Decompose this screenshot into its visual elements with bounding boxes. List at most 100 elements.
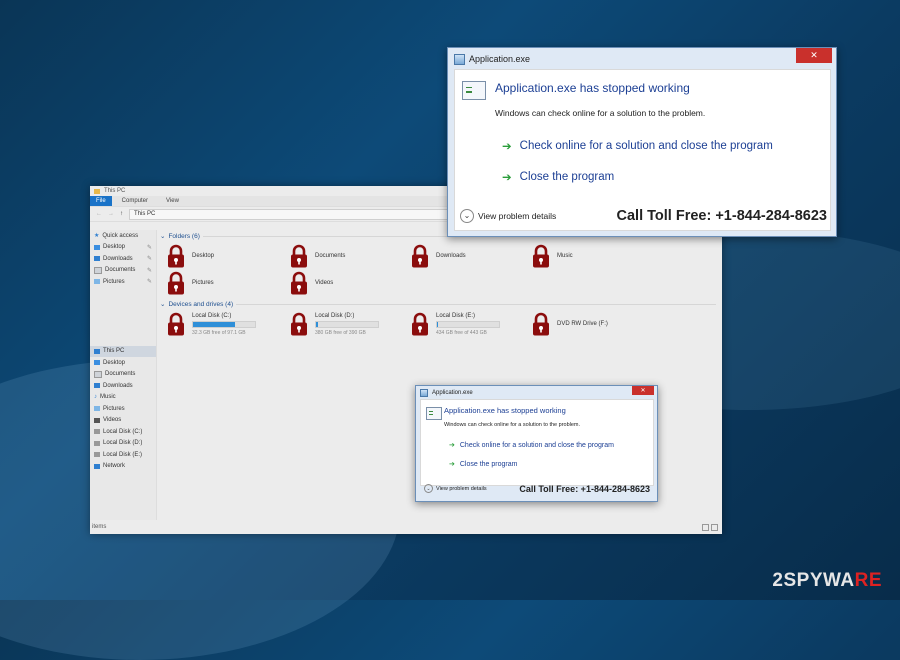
close-program-option[interactable]: ➔ Close the program: [449, 460, 518, 469]
nav-item-network[interactable]: Network: [90, 461, 156, 473]
error-dialog-small: Application.exe ✕ Application.exe has st…: [415, 385, 658, 502]
pin-icon[interactable]: ✎: [147, 244, 152, 251]
nav-item-pictures[interactable]: Pictures: [90, 403, 156, 415]
option-label: Check online for a solution and close th…: [519, 140, 773, 152]
option-label: Close the program: [459, 460, 518, 468]
nav-label: This PC: [103, 348, 125, 355]
nav-quick-item[interactable]: Downloads ✎: [90, 253, 156, 265]
folder-label: Music: [557, 253, 573, 259]
drive-name: Local Disk (E:): [436, 312, 476, 319]
details-label: View problem details: [478, 210, 557, 221]
application-icon: [454, 53, 465, 65]
folder-label: Desktop: [192, 253, 215, 259]
chevron-down-icon[interactable]: ⌄: [160, 232, 165, 240]
tiles-view-icon[interactable]: [711, 524, 718, 531]
application-icon: [420, 389, 428, 397]
nav-label: Documents: [105, 371, 136, 378]
nav-this-pc[interactable]: This PC: [90, 345, 156, 357]
drive-tile[interactable]: Local Disk (C:) 32.3 GB free of 97.1 GB: [166, 312, 256, 336]
folder-tile[interactable]: Documents: [289, 244, 345, 268]
folder-tile[interactable]: Videos: [289, 271, 333, 295]
back-arrow-icon[interactable]: ←: [96, 211, 102, 217]
check-online-option[interactable]: ➔ Check online for a solution and close …: [502, 139, 773, 153]
nav-quick-item[interactable]: Documents ✎: [90, 265, 156, 277]
chevron-down-icon[interactable]: ⌄: [160, 300, 165, 308]
close-button[interactable]: ✕: [796, 48, 832, 63]
watermark-logo: 2SPYWARE: [772, 570, 882, 592]
lock-icon: [410, 244, 430, 268]
nav-item-disk-d[interactable]: Local Disk (D:): [90, 438, 156, 450]
download-icon: [94, 256, 100, 262]
folder-tile[interactable]: Desktop: [166, 244, 214, 268]
forward-arrow-icon[interactable]: →: [108, 211, 114, 217]
green-arrow-icon: ➔: [502, 141, 512, 153]
view-details-toggle[interactable]: ⌄ View problem details: [460, 208, 557, 223]
view-details-toggle[interactable]: ⌄ View problem details: [424, 484, 487, 493]
nav-item-disk-e[interactable]: Local Disk (E:): [90, 449, 156, 461]
nav-item-desktop[interactable]: Desktop: [90, 357, 156, 369]
lock-icon: [289, 271, 309, 295]
drive-tile[interactable]: DVD RW Drive (F:): [531, 312, 608, 336]
folder-tile[interactable]: Pictures: [166, 271, 214, 295]
drives-section-header[interactable]: ⌄ Devices and drives (4): [158, 298, 722, 310]
toll-free-number: Call Toll Free: +1-844-284-8623: [519, 483, 650, 494]
error-dialog-large: Application.exe ✕ Application.exe has st…: [447, 47, 837, 237]
option-label: Check online for a solution and close th…: [459, 441, 614, 449]
folder-icon: [94, 188, 100, 194]
nav-item-music[interactable]: ♪ Music: [90, 392, 156, 404]
lock-icon: [289, 312, 309, 336]
dialog-footer: ⌄ View problem details Call Toll Free: +…: [420, 480, 654, 497]
document-icon: [426, 407, 442, 420]
close-button[interactable]: ✕: [632, 386, 654, 395]
nav-label: Desktop: [103, 244, 126, 251]
check-online-option[interactable]: ➔ Check online for a solution and close …: [449, 441, 614, 450]
window-title: This PC: [104, 188, 126, 194]
status-text: items: [92, 524, 107, 530]
nav-item-disk-c[interactable]: Local Disk (C:): [90, 426, 156, 438]
tab-view[interactable]: View: [158, 198, 187, 204]
nav-label: Pictures: [103, 405, 125, 412]
pin-icon[interactable]: ✎: [147, 278, 152, 285]
nav-quick-access[interactable]: ★ Quick access: [90, 230, 156, 242]
status-bar: items: [90, 520, 722, 534]
folder-tile[interactable]: Downloads: [410, 244, 466, 268]
close-program-option[interactable]: ➔ Close the program: [502, 170, 614, 184]
drive-tile[interactable]: Local Disk (E:) 434 GB free of 443 GB: [410, 312, 500, 336]
lock-icon: [289, 244, 309, 268]
view-toggle: [702, 524, 718, 531]
nav-quick-item[interactable]: Desktop ✎: [90, 242, 156, 254]
dialog-message: Windows can check online for a solution …: [444, 422, 581, 428]
lock-icon: [166, 271, 186, 295]
drive-usage-fill: [316, 321, 318, 327]
chevron-down-icon: ⌄: [424, 484, 433, 493]
details-view-icon[interactable]: [702, 524, 709, 531]
dialog-title: Application.exe: [432, 390, 473, 396]
tab-computer[interactable]: Computer: [114, 198, 156, 204]
section-title: Devices and drives (4): [168, 300, 234, 308]
details-label: View problem details: [436, 485, 487, 492]
up-arrow-icon[interactable]: ↑: [120, 211, 123, 217]
nav-item-documents[interactable]: Documents: [90, 369, 156, 381]
drive-free-space: 380 GB free of 390 GB: [315, 329, 366, 336]
nav-item-videos[interactable]: Videos: [90, 415, 156, 427]
nav-label: Network: [103, 463, 126, 470]
folder-tile[interactable]: Music: [531, 244, 573, 268]
nav-label: Music: [100, 394, 116, 401]
pin-icon[interactable]: ✎: [147, 255, 152, 262]
drive-info: Local Disk (D:) 380 GB free of 390 GB: [315, 313, 379, 336]
dialog-footer: ⌄ View problem details Call Toll Free: +…: [454, 202, 833, 229]
drive-usage-bar: [436, 320, 500, 328]
pictures-icon: [94, 406, 100, 412]
file-tab[interactable]: File: [90, 196, 112, 206]
nav-item-downloads[interactable]: Downloads: [90, 380, 156, 392]
nav-label: Documents: [105, 267, 136, 274]
nav-quick-item[interactable]: Pictures ✎: [90, 276, 156, 288]
lock-icon: [166, 312, 186, 336]
drive-name: Local Disk (D:): [315, 312, 355, 319]
drive-tile[interactable]: Local Disk (D:) 380 GB free of 390 GB: [289, 312, 379, 336]
nav-label: Downloads: [103, 382, 133, 389]
network-icon: [94, 463, 100, 469]
drive-free-space: 434 GB free of 443 GB: [436, 329, 487, 336]
chevron-down-icon: ⌄: [460, 208, 474, 223]
pin-icon[interactable]: ✎: [147, 267, 152, 274]
